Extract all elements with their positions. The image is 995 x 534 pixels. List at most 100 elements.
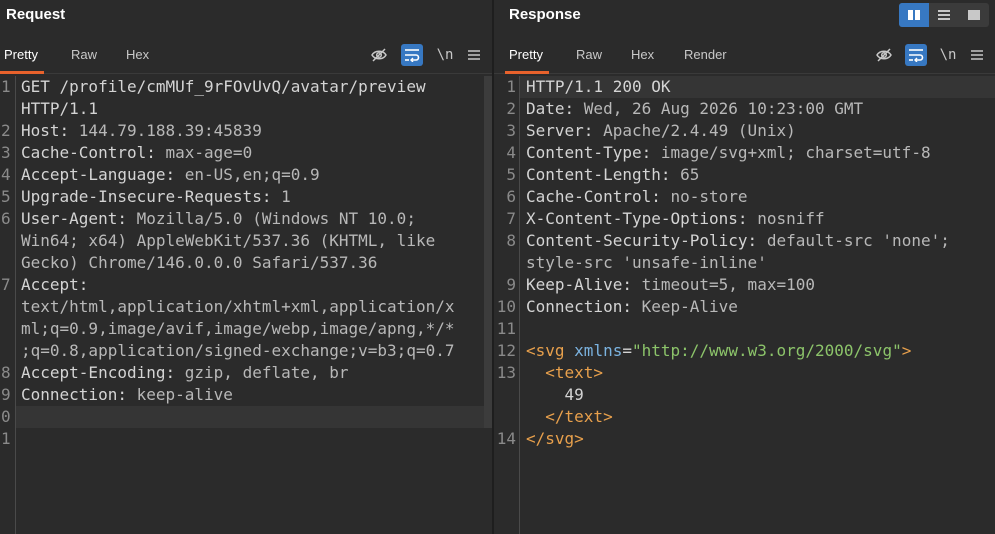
code-line: 3 Server: Apache/2.4.49 (Unix) bbox=[494, 120, 995, 142]
line-number: 2 bbox=[506, 99, 516, 118]
line-number: 10 bbox=[496, 297, 516, 316]
wrap-lines-icon[interactable] bbox=[905, 44, 927, 66]
line-content: Win64; x64) AppleWebKit/537.36 (KHTML, l… bbox=[21, 230, 435, 252]
http-message-viewer: Request Pretty Raw Hex \n 1 GET /profile/… bbox=[0, 0, 995, 534]
wrap-lines-icon[interactable] bbox=[401, 44, 423, 66]
split-vertical-icon[interactable] bbox=[899, 3, 929, 27]
menu-icon[interactable] bbox=[463, 44, 485, 66]
code-line: 9 Keep-Alive: timeout=5, max=100 bbox=[494, 274, 995, 296]
token: Connection: bbox=[526, 297, 642, 316]
token: Apache/2.4.49 (Unix) bbox=[603, 121, 796, 140]
token: Content-Length: bbox=[526, 165, 681, 184]
code-line: 9 Connection: keep-alive bbox=[0, 384, 492, 408]
line-content: Connection: Keep-Alive bbox=[526, 296, 738, 318]
code-line: 5 Upgrade-Insecure-Requests: 1 bbox=[0, 186, 492, 208]
token: Date: bbox=[526, 99, 584, 118]
single-pane-icon[interactable] bbox=[959, 3, 989, 27]
line-content: HTTP/1.1 200 OK bbox=[526, 76, 671, 98]
line-content: style-src 'unsafe-inline' bbox=[526, 252, 767, 274]
token: "http://www.w3.org/2000/svg" bbox=[631, 341, 902, 360]
line-content: X-Content-Type-Options: nosniff bbox=[526, 208, 825, 230]
line-content: Accept: bbox=[21, 274, 88, 296]
line-content: <text> bbox=[526, 362, 603, 384]
code-line: 11 bbox=[494, 318, 995, 340]
code-line: 2 Host: 144.79.188.39:45839 bbox=[0, 120, 492, 142]
line-number: 13 bbox=[496, 363, 516, 382]
code-line: 7 X-Content-Type-Options: nosniff bbox=[494, 208, 995, 230]
line-number: 9 bbox=[1, 385, 11, 404]
line-content: Keep-Alive: timeout=5, max=100 bbox=[526, 274, 815, 296]
tab-pretty[interactable]: Pretty bbox=[505, 36, 549, 74]
response-panel: Response Pretty Raw Hex Render \n 1 HTTP… bbox=[494, 0, 995, 534]
request-title: Request bbox=[6, 6, 66, 23]
line-number: 6 bbox=[506, 187, 516, 206]
newline-icon[interactable]: \n bbox=[937, 44, 959, 66]
menu-icon[interactable] bbox=[966, 44, 988, 66]
token: no-store bbox=[670, 187, 748, 206]
tab-pretty[interactable]: Pretty bbox=[0, 36, 44, 74]
tab-raw[interactable]: Raw bbox=[576, 36, 602, 73]
line-content: Accept-Language: en-US,en;q=0.9 bbox=[21, 164, 320, 186]
code-line: Win64; x64) AppleWebKit/537.36 (KHTML, l… bbox=[0, 230, 492, 252]
token: > bbox=[901, 341, 912, 360]
tab-hex[interactable]: Hex bbox=[126, 36, 149, 73]
token: gzip, deflate, br bbox=[184, 363, 349, 382]
token: Accept-Encoding: bbox=[21, 363, 185, 382]
line-number: 1 bbox=[1, 429, 11, 448]
request-scrollbar[interactable] bbox=[484, 76, 492, 428]
token: <text> bbox=[545, 363, 604, 382]
token: Gecko) Chrome/146.0.0.0 Safari/537.36 bbox=[21, 253, 378, 272]
token: </text> bbox=[545, 407, 613, 426]
token: Connection: bbox=[21, 385, 137, 404]
line-content: HTTP/1.1 bbox=[21, 98, 98, 120]
code-line: 13 <text> bbox=[494, 362, 995, 384]
line-number: 5 bbox=[1, 187, 11, 206]
token: timeout=5, max=100 bbox=[641, 275, 815, 294]
line-number: 4 bbox=[506, 143, 516, 162]
code-line: 1 bbox=[0, 428, 492, 450]
token: xmlns bbox=[574, 341, 623, 360]
token: 65 bbox=[680, 165, 700, 184]
response-tabs: Pretty Raw Hex Render \n bbox=[494, 36, 995, 74]
token: max-age=0 bbox=[165, 143, 253, 162]
line-number: 12 bbox=[496, 341, 516, 360]
code-line: ;q=0.8,application/signed-exchange;v=b3;… bbox=[0, 340, 492, 362]
token: en-US,en;q=0.9 bbox=[184, 165, 320, 184]
line-number: 0 bbox=[1, 407, 11, 426]
token: X-Content-Type-Options: bbox=[526, 209, 758, 228]
code-line: 12 <svg xmlns="http://www.w3.org/2000/svg… bbox=[494, 340, 995, 362]
token: Upgrade-Insecure-Requests: bbox=[21, 187, 282, 206]
tab-raw[interactable]: Raw bbox=[71, 36, 97, 73]
line-number: 3 bbox=[1, 143, 11, 162]
tab-hex[interactable]: Hex bbox=[631, 36, 654, 73]
line-content: Content-Type: image/svg+xml; charset=utf… bbox=[526, 142, 931, 164]
line-content: GET /profile/cmMUf_9rFOvUvQ/avatar/previ… bbox=[21, 76, 426, 98]
line-content: Server: Apache/2.4.49 (Unix) bbox=[526, 120, 796, 142]
code-line: 6 Cache-Control: no-store bbox=[494, 186, 995, 208]
eye-slash-icon[interactable] bbox=[873, 44, 895, 66]
line-content: Cache-Control: no-store bbox=[526, 186, 748, 208]
line-number: 3 bbox=[506, 121, 516, 140]
code-line: 4 Content-Type: image/svg+xml; charset=ut… bbox=[494, 142, 995, 164]
newline-icon[interactable]: \n bbox=[434, 44, 456, 66]
token: Accept-Language: bbox=[21, 165, 185, 184]
request-editor[interactable]: 1 GET /profile/cmMUf_9rFOvUvQ/avatar/prev… bbox=[0, 76, 492, 534]
line-number: 1 bbox=[1, 77, 11, 96]
line-content: Content-Security-Policy: default-src 'no… bbox=[526, 230, 950, 252]
token: Cache-Control: bbox=[526, 187, 671, 206]
code-line: ml;q=0.9,image/avif,image/webp,image/apn… bbox=[0, 318, 492, 340]
token: style-src 'unsafe-inline' bbox=[526, 253, 767, 272]
eye-slash-icon[interactable] bbox=[368, 44, 390, 66]
split-horizontal-icon[interactable] bbox=[929, 3, 959, 27]
token: = bbox=[622, 341, 632, 360]
code-line: 2 Date: Wed, 26 Aug 2026 10:23:00 GMT bbox=[494, 98, 995, 120]
response-editor[interactable]: 1 HTTP/1.1 200 OK 2 Date: Wed, 26 Aug 2026 … bbox=[494, 76, 995, 534]
response-title: Response bbox=[509, 6, 581, 23]
line-content: text/html,application/xhtml+xml,applicat… bbox=[21, 296, 454, 318]
token: 144.79.188.39:45839 bbox=[78, 121, 262, 140]
code-line: </text> bbox=[494, 406, 995, 428]
line-content: 49 bbox=[526, 384, 584, 406]
line-number: 8 bbox=[506, 231, 516, 250]
tab-render[interactable]: Render bbox=[684, 36, 727, 73]
